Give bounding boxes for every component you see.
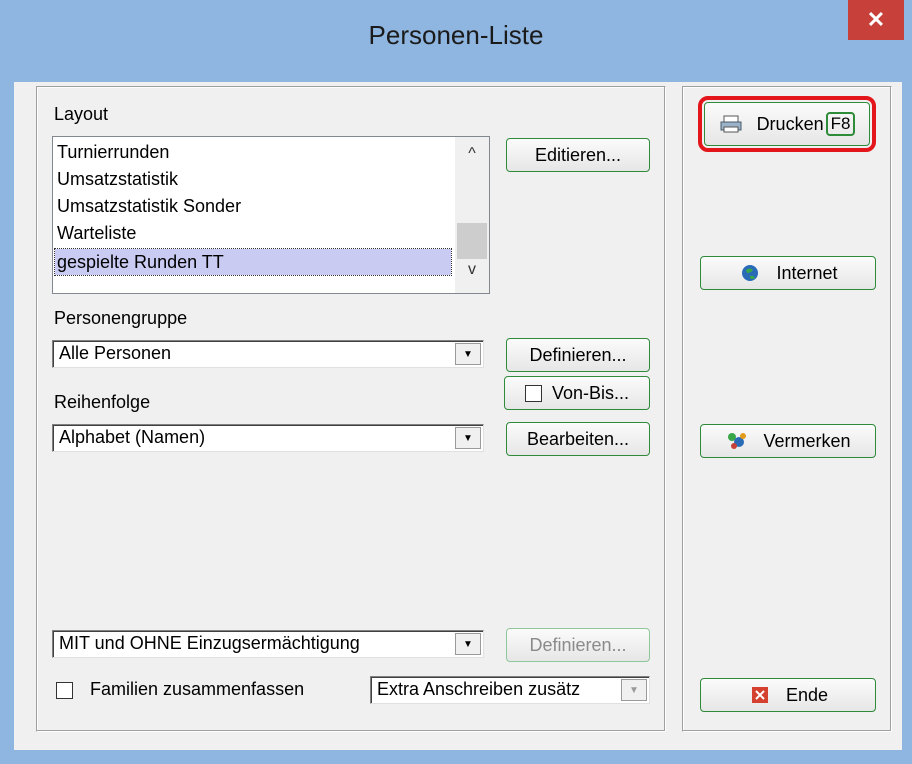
shortcut-badge: F8 xyxy=(825,112,856,136)
window-title: Personen-Liste xyxy=(368,20,544,50)
globe-icon xyxy=(738,263,762,283)
chevron-down-icon[interactable]: ▼ xyxy=(621,679,647,701)
printer-icon xyxy=(719,114,743,134)
define-einzug-button[interactable]: Definieren... xyxy=(506,628,650,662)
close-button[interactable]: ✕ xyxy=(848,0,904,40)
reihenfolge-label: Reihenfolge xyxy=(54,392,151,412)
edit-order-button[interactable]: Bearbeiten... xyxy=(506,422,650,456)
edit-layout-button[interactable]: Editieren... xyxy=(506,138,650,172)
chevron-down-icon[interactable]: ▼ xyxy=(455,343,481,365)
vermerken-label: Vermerken xyxy=(763,430,851,451)
close-red-icon xyxy=(748,685,772,705)
actions-group xyxy=(682,86,892,732)
list-item[interactable]: Umsatzstatistik Sonder xyxy=(57,193,241,219)
chevron-down-icon[interactable]: ▼ xyxy=(455,427,481,449)
ende-label: Ende xyxy=(785,684,829,705)
drucken-button[interactable]: Drucken F8 xyxy=(704,102,870,146)
layout-scrollbar[interactable]: ^ v xyxy=(455,137,489,293)
personengruppe-value: Alle Personen xyxy=(59,343,172,363)
notes-icon xyxy=(725,431,749,451)
list-item-selected[interactable]: gespielte Runden TT xyxy=(54,248,452,276)
familien-checkbox[interactable] xyxy=(56,682,73,699)
personengruppe-label: Personengruppe xyxy=(54,308,188,328)
layout-label: Layout xyxy=(54,104,109,124)
layout-listbox[interactable]: Turnierrunden Umsatzstatistik Umsatzstat… xyxy=(52,136,490,294)
close-icon: ✕ xyxy=(866,7,886,32)
von-bis-checkbox[interactable] xyxy=(524,384,542,402)
personengruppe-select[interactable]: Alle Personen ▼ xyxy=(52,340,484,368)
reihenfolge-value: Alphabet (Namen) xyxy=(59,427,206,447)
familien-label: Familien zusammenfassen xyxy=(90,679,305,699)
drucken-label: Drucken xyxy=(756,113,824,134)
einzug-select[interactable]: MIT und OHNE Einzugsermächtigung ▼ xyxy=(52,630,484,658)
scroll-up-icon[interactable]: ^ xyxy=(455,145,489,163)
scroll-down-icon[interactable]: v xyxy=(455,261,489,279)
extra-select[interactable]: Extra Anschreiben zusätz ▼ xyxy=(370,676,650,704)
internet-button[interactable]: Internet xyxy=(700,256,876,290)
internet-label: Internet xyxy=(776,262,838,283)
list-item[interactable]: Turnierrunden xyxy=(57,139,169,165)
von-bis-button[interactable]: Von-Bis... xyxy=(504,376,650,410)
title-bar[interactable]: Personen-Liste ✕ xyxy=(0,0,912,82)
list-item[interactable]: Umsatzstatistik xyxy=(57,166,178,192)
define-group-button[interactable]: Definieren... xyxy=(506,338,650,372)
scroll-thumb[interactable] xyxy=(457,223,487,259)
reihenfolge-select[interactable]: Alphabet (Namen) ▼ xyxy=(52,424,484,452)
list-item[interactable]: Warteliste xyxy=(57,220,136,246)
von-bis-label: Von-Bis... xyxy=(551,382,630,403)
vermerken-button[interactable]: Vermerken xyxy=(700,424,876,458)
extra-value: Extra Anschreiben zusätz xyxy=(377,679,581,699)
chevron-down-icon[interactable]: ▼ xyxy=(455,633,481,655)
einzug-value: MIT und OHNE Einzugsermächtigung xyxy=(59,633,360,653)
ende-button[interactable]: Ende xyxy=(700,678,876,712)
